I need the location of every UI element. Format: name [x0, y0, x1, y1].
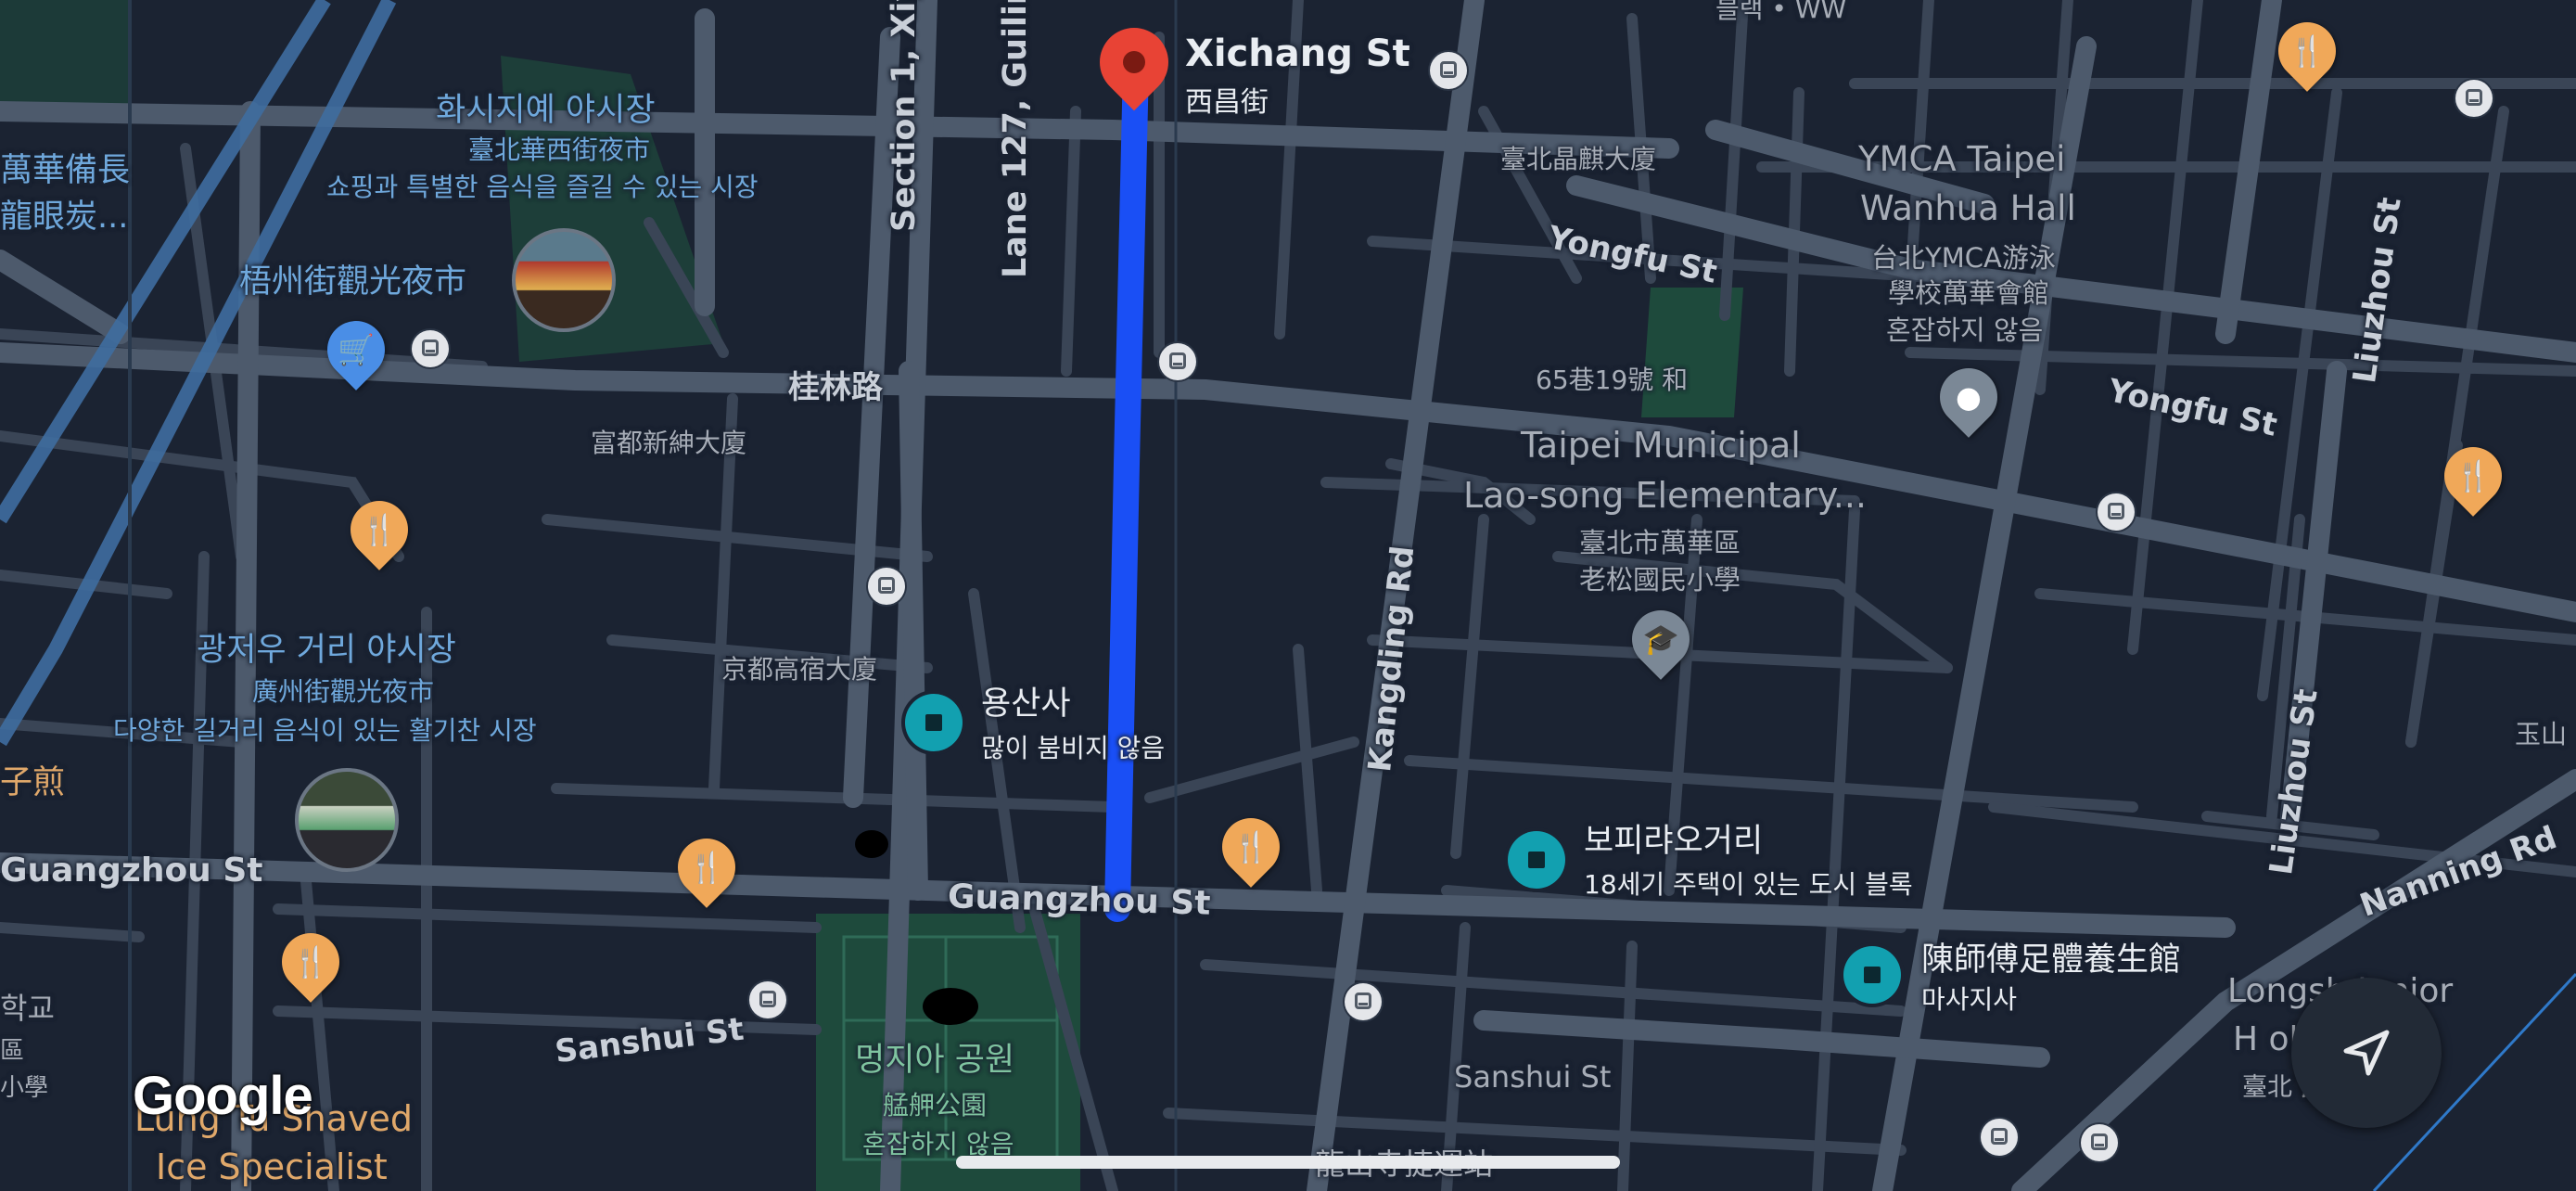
- landmark-pin-icon[interactable]: [905, 694, 963, 751]
- poi-laosong-school-zh-2: 老松國民小學: [1579, 564, 1741, 596]
- place-pin[interactable]: ●: [1928, 356, 2009, 438]
- poi-guangzhou-night-market-desc: 다양한 길거리 음식이 있는 활기찬 시장: [113, 715, 537, 746]
- poi-wanhua-charcoal-2: 龍眼炭...: [0, 198, 129, 236]
- poi-longshan-temple[interactable]: 용산사: [981, 677, 1071, 724]
- poi-hwa-night-market-zh: 臺北華西街夜市: [468, 134, 651, 165]
- restaurant-pin[interactable]: 🍴: [1210, 806, 1292, 888]
- poi-laosong-school[interactable]: Taipei Municipal: [1521, 425, 1801, 466]
- route-line: [1104, 52, 1149, 922]
- photo-thumbnail-icon[interactable]: [295, 768, 399, 872]
- google-logo: Google: [133, 1066, 313, 1126]
- poi-longshan-junior-2: H ol: [2233, 1020, 2299, 1058]
- restaurant-pin[interactable]: 🍴: [666, 826, 747, 908]
- landmark-pin-icon[interactable]: [1843, 946, 1901, 1004]
- street-guangzhou-left: Guangzhou St: [0, 852, 263, 890]
- restaurant-pin[interactable]: 🍴: [270, 921, 351, 1003]
- poi-ymca-desc: 혼잡하지 않음: [1886, 314, 2044, 346]
- poi-mengjia-park-zh: 艋舺公園: [883, 1090, 988, 1121]
- poi-bopiliao-desc: 18세기 주택이 있는 도시 블록: [1584, 869, 1913, 900]
- restaurant-pin[interactable]: 🍴: [2266, 10, 2348, 92]
- poi-wanhua-charcoal[interactable]: 萬華備長: [0, 144, 130, 191]
- fork-knife-icon: 🍴: [2289, 33, 2326, 69]
- poi-jian[interactable]: 子煎: [0, 756, 65, 803]
- poi-ymca-2: Wanhua Hall: [1860, 188, 2076, 228]
- restaurant-pin[interactable]: 🍴: [2432, 435, 2514, 517]
- bus-stop-icon[interactable]: [2455, 80, 2493, 117]
- poi-wuzhou-night-market[interactable]: 梧州街觀光夜市: [239, 255, 466, 302]
- home-indicator[interactable]: [956, 1156, 1620, 1169]
- poi-hwa-night-market-desc: 쇼핑과 특별한 음식을 즐길 수 있는 시장: [326, 172, 759, 202]
- bus-stop-icon[interactable]: [412, 330, 449, 367]
- fork-knife-icon: 🍴: [688, 850, 725, 885]
- poi-ymca-zh-1: 台北YMCA游泳: [1871, 242, 2056, 274]
- poi-lung-tu-2: Ice Specialist: [156, 1146, 388, 1187]
- bus-stop-icon[interactable]: [749, 981, 786, 1018]
- bus-stop-icon[interactable]: [1159, 343, 1196, 380]
- poi-top-partial[interactable]: 블랙 • WW: [1715, 0, 1846, 26]
- poi-longshan-temple-desc: 많이 붐비지 않음: [981, 733, 1166, 763]
- bus-stop-icon[interactable]: [2081, 1124, 2118, 1161]
- fork-knife-icon: 🍴: [1232, 829, 1269, 864]
- street-lane-127: Lane 127, Guilin: [997, 0, 1034, 278]
- fork-knife-icon: 🍴: [292, 944, 329, 980]
- poi-school-left-2: 區: [0, 1037, 25, 1065]
- street-guangzhou-center: Guangzhou St: [947, 877, 1211, 923]
- bus-stop-icon[interactable]: [2098, 493, 2135, 531]
- graduation-cap-icon: 🎓: [1642, 621, 1679, 657]
- destination-sub: 西昌街: [1185, 86, 1269, 119]
- bus-stop-icon[interactable]: [1345, 983, 1382, 1020]
- poi-hwa-night-market[interactable]: 화시지예 야시장: [436, 83, 656, 131]
- recenter-button[interactable]: [2291, 978, 2442, 1128]
- poi-bopiliao[interactable]: 보피랴오거리: [1584, 814, 1763, 862]
- poi-laosong-school-zh-1: 臺北市萬華區: [1579, 527, 1741, 558]
- poi-yushan[interactable]: 玉山: [2515, 714, 2567, 751]
- school-pin[interactable]: 🎓: [1620, 598, 1702, 680]
- fork-knife-icon: 🍴: [361, 512, 398, 547]
- restaurant-pin[interactable]: 🍴: [338, 489, 420, 570]
- shopping-cart-pin[interactable]: 🛒: [315, 309, 397, 391]
- poi-jingdu-building[interactable]: 京都高宿大廈: [721, 649, 877, 686]
- street-guilin-road: 桂林路: [788, 369, 883, 406]
- destination-name[interactable]: Xichang St: [1185, 32, 1410, 75]
- poi-ymca-zh-2: 學校萬華會館: [1888, 277, 2050, 309]
- bus-stop-icon[interactable]: [868, 568, 905, 605]
- dot-icon: ●: [1956, 379, 1982, 415]
- poi-school-left-3: 小學: [0, 1074, 49, 1102]
- street-section-1: Section 1, Xiy: [886, 0, 923, 232]
- street-sanshui-right: Sanshui St: [1454, 1059, 1612, 1095]
- fork-knife-icon: 🍴: [2455, 458, 2492, 493]
- bus-stop-icon[interactable]: [1430, 52, 1467, 89]
- poi-fudu-building[interactable]: 富都新紳大廈: [591, 423, 746, 460]
- poi-mengjia-park[interactable]: 멍지아 공원: [855, 1033, 1014, 1081]
- poi-ymca[interactable]: YMCA Taipei: [1858, 139, 2065, 179]
- poi-guangzhou-night-market-zh: 廣州街觀光夜市: [252, 676, 435, 707]
- shopping-cart-icon: 🛒: [338, 332, 375, 367]
- poi-lane-65[interactable]: 65巷19號 和: [1536, 360, 1688, 397]
- poi-guangzhou-night-market[interactable]: 광저우 거리 야시장: [197, 623, 456, 671]
- map-canvas[interactable]: Xichang St 西昌街 화시지예 야시장 臺北華西街夜市 쇼핑과 특별한 …: [0, 0, 2576, 1191]
- landmark-pin-icon[interactable]: [1508, 831, 1565, 889]
- navigation-arrow-icon: [2343, 1030, 2390, 1076]
- poi-massage[interactable]: 陳師傅足體養生館: [1921, 933, 2181, 980]
- photo-thumbnail-icon[interactable]: [512, 228, 616, 332]
- poi-massage-desc: 마사지사: [1921, 984, 2018, 1015]
- poi-school-left[interactable]: 학교: [0, 985, 55, 1028]
- poi-laosong-school-2: Lao-song Elementary...: [1463, 475, 1867, 516]
- poi-jingdian-building[interactable]: 臺北晶麒大廈: [1500, 139, 1656, 176]
- bus-stop-icon[interactable]: [1981, 1119, 2018, 1156]
